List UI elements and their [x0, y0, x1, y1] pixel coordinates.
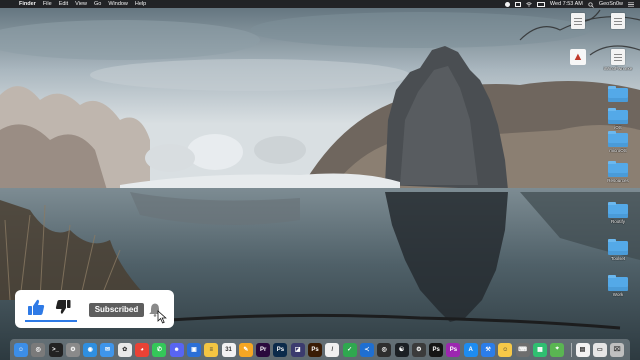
menu-file[interactable]: File	[43, 0, 52, 8]
desktop-item-document-1[interactable]	[558, 13, 598, 30]
dock-separator	[570, 342, 572, 357]
list-icon[interactable]	[628, 1, 634, 7]
compass-icon[interactable]: ◎	[377, 342, 392, 357]
camera-icon[interactable]: ◪	[290, 342, 305, 357]
app-icon: ▲	[570, 49, 586, 65]
menu-bar-user[interactable]: GeoSn0w	[599, 0, 623, 8]
emoji-icon[interactable]: ☺	[498, 342, 513, 357]
document-icon	[571, 13, 585, 29]
desktop-item-label: Toolset	[610, 256, 626, 261]
discord-icon[interactable]: ☻	[169, 342, 184, 357]
menu-edit[interactable]: Edit	[59, 0, 68, 8]
trash-icon[interactable]: ⌧	[610, 342, 625, 357]
launchpad-icon[interactable]: ◎	[31, 342, 46, 357]
menu-view[interactable]: View	[75, 0, 87, 8]
notes-icon[interactable]: ≡	[204, 342, 219, 357]
calendar-icon[interactable]: 31	[221, 342, 236, 357]
finder-icon[interactable]: ☺	[14, 342, 28, 357]
desktop-folder-work[interactable]: Work	[598, 275, 638, 297]
folder-icon	[608, 161, 628, 177]
folder-icon	[608, 86, 628, 102]
keyboard-icon[interactable]: ⌨	[515, 342, 530, 357]
desktop-folder-resources[interactable]: Resources	[598, 161, 638, 183]
menu-bar-clock[interactable]: Wed 7:53 AM	[550, 0, 583, 8]
dreamweaver-icon[interactable]: ✓	[342, 342, 357, 357]
menu-help[interactable]: Help	[135, 0, 146, 8]
airplay-icon[interactable]	[504, 1, 510, 7]
document-icon	[611, 49, 625, 65]
folder-icon	[608, 131, 628, 147]
mail-icon[interactable]: ✉	[100, 342, 115, 357]
wifi-icon[interactable]	[526, 1, 532, 7]
menu-bar: Finder File Edit View Go Window Help Wed…	[0, 0, 640, 8]
dock: ☺ ◎ >_ ⚙ ◉ ✉ ✿ ◕ ✆ ☻ ▣ ≡ 31 ✎ Pr Ps ◪ Ps / ✓ ≺ ◎ ☯ ⚙ Ps Ps A ⚒ ☺ ⌨ ▦ ⌖ ▤…	[10, 339, 630, 360]
folder-icon	[608, 275, 628, 291]
github-icon[interactable]: ☯	[394, 342, 409, 357]
illustrator-icon[interactable]: Ps	[308, 342, 323, 357]
terminal-icon[interactable]: >_	[48, 342, 63, 357]
desktop-item-label: Work	[612, 292, 624, 297]
xcode-icon[interactable]: ⚒	[481, 342, 496, 357]
chrome-icon[interactable]: ◕	[135, 342, 150, 357]
maps-icon[interactable]: ⌖	[550, 342, 565, 357]
subscribe-overlay: Subscribed	[15, 290, 174, 328]
menu-window[interactable]: Window	[108, 0, 128, 8]
menu-app-name[interactable]: Finder	[19, 0, 36, 8]
document-icon	[611, 13, 625, 29]
pages-icon[interactable]: ✎	[238, 342, 253, 357]
system-prefs-icon[interactable]: ⚙	[65, 342, 80, 357]
sublime-icon[interactable]: Ps	[446, 342, 461, 357]
photoshop-icon[interactable]: Ps	[273, 342, 288, 357]
folder-icon	[608, 108, 628, 124]
folder-icon	[608, 239, 628, 255]
vscode-icon[interactable]: ≺	[359, 342, 374, 357]
appstore-icon[interactable]: A	[463, 342, 478, 357]
safari-icon[interactable]: ◉	[83, 342, 98, 357]
folder-icon	[608, 202, 628, 218]
script-icon[interactable]: /	[325, 342, 340, 357]
desktop-folder-toolset[interactable]: Toolset	[598, 239, 638, 261]
desktop-folder-microos[interactable]: microOS	[598, 131, 638, 153]
desktop-item-app[interactable]: ▲	[558, 49, 598, 66]
photoshop-alt-icon[interactable]: Ps	[429, 342, 444, 357]
display-icon[interactable]	[514, 1, 521, 7]
hex-editor-icon[interactable]: ⚙	[411, 342, 426, 357]
thumbs-down-icon[interactable]	[55, 299, 71, 315]
menu-go[interactable]: Go	[94, 0, 101, 8]
photos-icon[interactable]: ✿	[117, 342, 132, 357]
cursor-icon	[157, 310, 167, 324]
desktop-item-label: iOS	[614, 125, 622, 130]
desktop-folder-1[interactable]	[598, 86, 638, 103]
thumbs-up-icon[interactable]	[27, 298, 45, 316]
subscribed-button[interactable]: Subscribed	[89, 303, 144, 317]
finder-alt-icon[interactable]: ▣	[186, 342, 201, 357]
desktop-item-iwinopwn[interactable]: iWinoPwn.exe	[598, 49, 638, 71]
desktop-item-label: Rootify	[610, 219, 625, 224]
desktop-item-label: microOS	[609, 148, 627, 153]
search-icon[interactable]	[588, 1, 594, 8]
messages-icon[interactable]: ✆	[152, 342, 167, 357]
document-icon[interactable]: ▤	[575, 342, 590, 357]
like-underline	[25, 320, 77, 322]
desktop-item-label: iWinoPwn.exe	[603, 66, 633, 71]
numbers-icon[interactable]: ▦	[532, 342, 547, 357]
window-icon[interactable]: ▭	[592, 342, 607, 357]
desktop-item-label: Resources	[607, 178, 629, 183]
desktop-folder-rootify[interactable]: Rootify	[598, 202, 638, 224]
desktop-folder-ios[interactable]: iOS	[598, 108, 638, 130]
desktop-item-document-2[interactable]	[598, 13, 638, 30]
premiere-icon[interactable]: Pr	[256, 342, 271, 357]
battery-icon[interactable]	[536, 1, 545, 7]
menu-bar-status-area: Wed 7:53 AM GeoSn0w	[504, 0, 634, 8]
